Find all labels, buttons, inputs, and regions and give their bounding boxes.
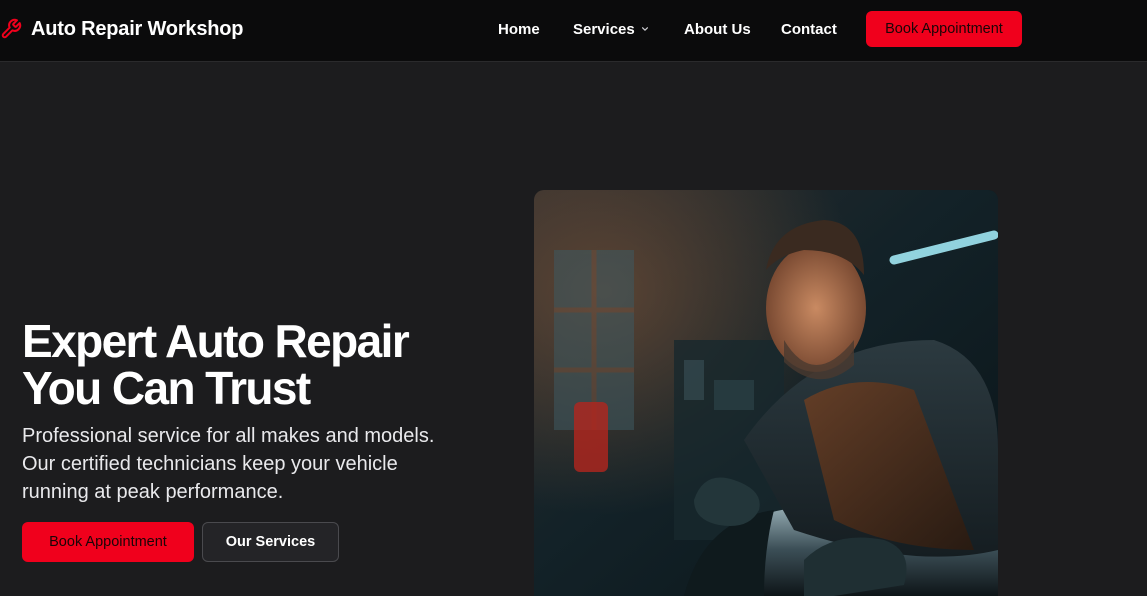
nav-contact-label: Contact <box>781 20 837 38</box>
hero-image <box>534 190 998 596</box>
nav-home-label: Home <box>498 20 540 38</box>
chevron-down-icon <box>641 27 648 31</box>
hero-subtitle: Professional service for all makes and m… <box>22 422 482 506</box>
nav-services[interactable]: Services <box>573 0 649 58</box>
hero-title-line: You Can Trust <box>22 362 311 414</box>
top-navbar: Auto Repair Workshop Home Services About… <box>0 0 1147 62</box>
hero-subtitle-line: running at peak performance. <box>22 481 284 503</box>
mechanic-illustration <box>534 190 998 596</box>
hero-subtitle-line: Our certified technicians keep your vehi… <box>22 453 398 475</box>
hero-title: Expert Auto Repair You Can Trust <box>22 318 502 412</box>
our-services-button[interactable]: Our Services <box>202 522 339 562</box>
nav-home[interactable]: Home <box>498 0 540 58</box>
nav-contact[interactable]: Contact <box>781 0 837 58</box>
hero-title-line: Expert Auto Repair <box>22 315 410 367</box>
nav-services-label: Services <box>573 20 635 38</box>
book-appointment-button[interactable]: Book Appointment <box>22 522 194 562</box>
nav-book-appointment-button[interactable]: Book Appointment <box>866 11 1022 47</box>
nav-about-label: About Us <box>684 20 751 38</box>
nav-about[interactable]: About Us <box>684 0 751 58</box>
hero-subtitle-line: Professional service for all makes and m… <box>22 425 435 447</box>
